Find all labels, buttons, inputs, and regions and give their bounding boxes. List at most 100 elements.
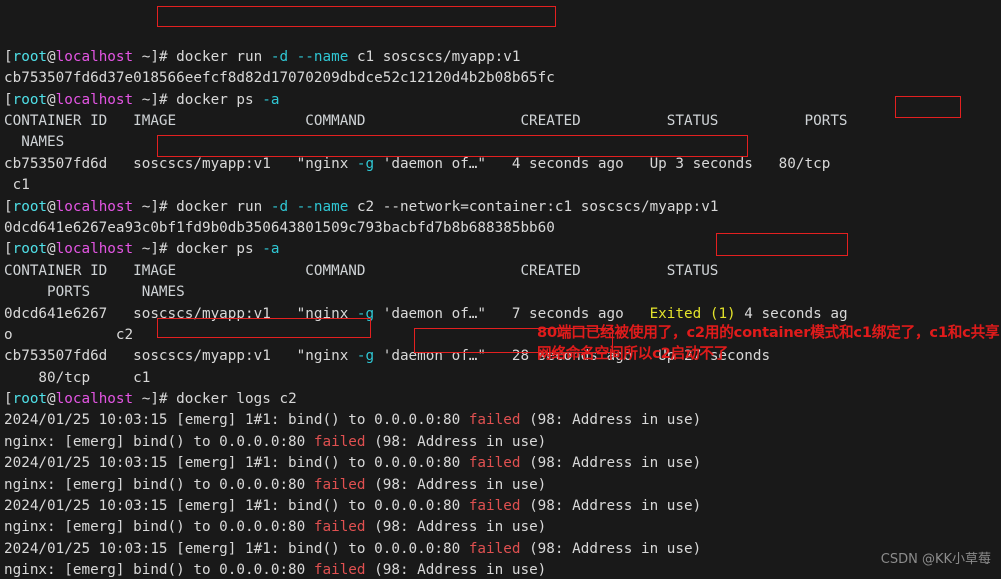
command-flag: -d xyxy=(270,198,297,215)
status-badge: Exited (1) xyxy=(649,305,736,322)
terminal-window[interactable]: [root@localhost ~]# docker run -d --name… xyxy=(0,0,1001,579)
prompt-at: @ xyxy=(47,48,56,65)
log-text: 2024/01/25 10:03:15 [emerg] 1#1: bind() … xyxy=(4,412,469,429)
prompt-host: localhost xyxy=(55,198,134,215)
output-text: cb753507fd6d37e018566eefcf8d82d17070209d… xyxy=(4,70,555,87)
prompt-path: ~ xyxy=(133,48,151,65)
output-text: 0dcd641e6267ea93c0bf1fd9b0db350643801509… xyxy=(4,219,555,236)
log-text: (98: Address in use) xyxy=(365,476,547,493)
log-text: nginx: [emerg] bind() to 0.0.0.0:80 xyxy=(4,433,314,450)
log-text: 2024/01/25 10:03:15 [emerg] 1#1: bind() … xyxy=(4,540,469,557)
log-line: nginx: [emerg] bind() to 0.0.0.0:80 fail… xyxy=(4,432,1001,453)
prompt-at: @ xyxy=(47,91,56,108)
log-text: (98: Address in use) xyxy=(365,433,547,450)
prompt-path: ~ xyxy=(133,391,151,408)
row-flag: -g xyxy=(356,305,375,322)
table-header-text: PORTS NAMES xyxy=(4,284,185,301)
command-flag: -a xyxy=(262,91,280,108)
command-line: [root@localhost ~]# docker ps -a xyxy=(4,239,1001,260)
table-header: CONTAINER ID IMAGE COMMAND CREATED STATU… xyxy=(4,261,1001,282)
box-docker-run-c1 xyxy=(157,6,556,27)
log-text: (98: Address in use) xyxy=(520,412,702,429)
prompt-host: localhost xyxy=(55,48,134,65)
command-args: c2 --network=container:c1 soscscs/myapp:… xyxy=(356,198,719,215)
command-flag: --name xyxy=(296,198,357,215)
command-text: docker ps xyxy=(176,241,263,258)
log-failed: failed xyxy=(313,562,366,579)
log-text: nginx: [emerg] bind() to 0.0.0.0:80 xyxy=(4,562,314,579)
log-text: (98: Address in use) xyxy=(365,562,547,579)
prompt-sigil: ]# xyxy=(150,391,177,408)
log-text: 2024/01/25 10:03:15 [emerg] 1#1: bind() … xyxy=(4,498,469,515)
log-text: (98: Address in use) xyxy=(520,455,702,472)
table-header: NAMES xyxy=(4,132,1001,153)
command-text: docker logs c2 xyxy=(176,391,297,408)
prompt-at: @ xyxy=(47,391,56,408)
command-text: docker run xyxy=(176,198,271,215)
prompt-user: root xyxy=(12,48,48,65)
prompt-bracket: [ xyxy=(4,391,13,408)
output-text: c1 xyxy=(4,177,30,194)
prompt-user: root xyxy=(12,391,48,408)
row-text: cb753507fd6d soscscs/myapp:v1 "nginx xyxy=(4,348,357,365)
log-line: 2024/01/25 10:03:15 [emerg] 1#1: bind() … xyxy=(4,539,1001,560)
command-flag: --name xyxy=(296,48,357,65)
log-text: nginx: [emerg] bind() to 0.0.0.0:80 xyxy=(4,476,314,493)
log-text: (98: Address in use) xyxy=(520,540,702,557)
prompt-path: ~ xyxy=(133,198,151,215)
row-flag: -g xyxy=(356,155,375,172)
prompt-sigil: ]# xyxy=(150,91,177,108)
table-header: CONTAINER ID IMAGE COMMAND CREATED STATU… xyxy=(4,111,1001,132)
output-line: 80/tcp c1 xyxy=(4,368,1001,389)
output-line: cb753507fd6d37e018566eefcf8d82d17070209d… xyxy=(4,68,1001,89)
prompt-user: root xyxy=(12,241,48,258)
log-failed: failed xyxy=(468,498,521,515)
command-flag: -d xyxy=(270,48,297,65)
table-header: PORTS NAMES xyxy=(4,282,1001,303)
log-text: (98: Address in use) xyxy=(365,519,547,536)
log-failed: failed xyxy=(313,476,366,493)
log-text: nginx: [emerg] bind() to 0.0.0.0:80 xyxy=(4,519,314,536)
log-text: (98: Address in use) xyxy=(520,498,702,515)
row-text: cb753507fd6d soscscs/myapp:v1 "nginx xyxy=(4,155,357,172)
log-line: 2024/01/25 10:03:15 [emerg] 1#1: bind() … xyxy=(4,410,1001,431)
output-line: c1 xyxy=(4,175,1001,196)
prompt-bracket: [ xyxy=(4,91,13,108)
prompt-user: root xyxy=(12,198,48,215)
command-args: c1 soscscs/myapp:v1 xyxy=(356,48,521,65)
prompt-at: @ xyxy=(47,198,56,215)
log-line: 2024/01/25 10:03:15 [emerg] 1#1: bind() … xyxy=(4,496,1001,517)
output-text: 80/tcp c1 xyxy=(4,369,151,386)
prompt-bracket: [ xyxy=(4,198,13,215)
command-line: [root@localhost ~]# docker run -d --name… xyxy=(4,47,1001,68)
log-line: nginx: [emerg] bind() to 0.0.0.0:80 fail… xyxy=(4,475,1001,496)
log-failed: failed xyxy=(468,540,521,557)
row-flag: -g xyxy=(356,348,375,365)
row-text: 4 seconds ag xyxy=(735,305,848,322)
log-failed: failed xyxy=(313,433,366,450)
prompt-path: ~ xyxy=(133,91,151,108)
prompt-sigil: ]# xyxy=(150,198,177,215)
prompt-host: localhost xyxy=(55,241,134,258)
command-line: [root@localhost ~]# docker logs c2 xyxy=(4,389,1001,410)
terminal-output: [root@localhost ~]# docker run -d --name… xyxy=(4,47,1001,579)
table-row: cb753507fd6d soscscs/myapp:v1 "nginx -g … xyxy=(4,154,1001,175)
prompt-at: @ xyxy=(47,241,56,258)
row-text: 'daemon of…" 4 seconds ago Up 3 seconds … xyxy=(374,155,831,172)
prompt-sigil: ]# xyxy=(150,241,177,258)
log-failed: failed xyxy=(468,412,521,429)
command-flag: -a xyxy=(262,241,280,258)
command-text: docker run xyxy=(176,48,271,65)
log-failed: failed xyxy=(313,519,366,536)
log-failed: failed xyxy=(468,455,521,472)
table-header-text: CONTAINER ID IMAGE COMMAND CREATED STATU… xyxy=(4,262,719,279)
row-text: 'daemon of…" 7 seconds ago xyxy=(374,305,650,322)
prompt-user: root xyxy=(12,91,48,108)
log-line: nginx: [emerg] bind() to 0.0.0.0:80 fail… xyxy=(4,560,1001,579)
watermark: CSDN @KK小草莓 xyxy=(880,551,991,567)
command-line: [root@localhost ~]# docker run -d --name… xyxy=(4,197,1001,218)
command-line: [root@localhost ~]# docker ps -a xyxy=(4,90,1001,111)
row-text: 0dcd641e6267 soscscs/myapp:v1 "nginx xyxy=(4,305,357,322)
annotation-note: 80端口已经被使用了，c2用的container模式和c1绑定了，c1和c共享网… xyxy=(537,324,1000,363)
prompt-bracket: [ xyxy=(4,48,13,65)
